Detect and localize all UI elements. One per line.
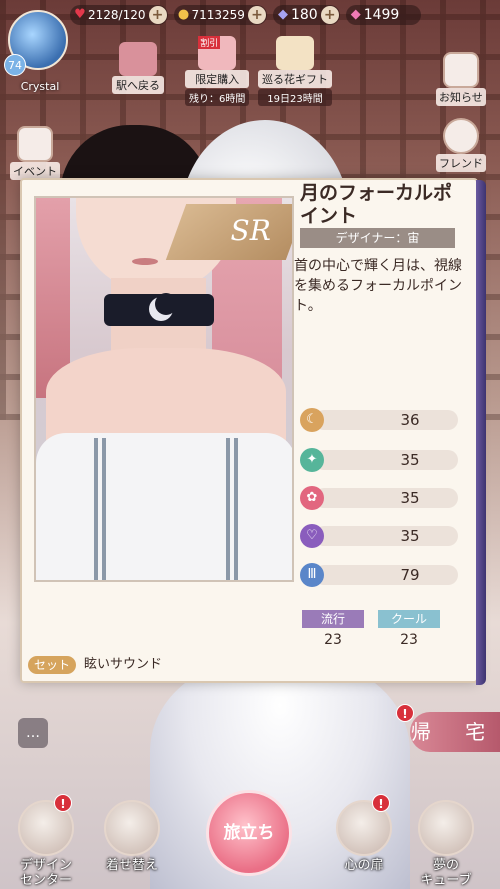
friend-button[interactable]: フレンド xyxy=(436,118,486,172)
item-portrait: SR xyxy=(34,196,294,582)
rarity-badge: SR xyxy=(165,204,292,260)
dress-up-label: 着せ替え xyxy=(105,858,158,873)
dream-cube-label: 夢の キューブ xyxy=(420,858,472,888)
design-center-button[interactable]: デザイン センター xyxy=(18,800,74,888)
set-badge: セット xyxy=(28,656,77,674)
rarity-label: SR xyxy=(230,214,271,247)
design-center-alert-badge: ! xyxy=(54,794,72,812)
fresh-icon: ✦ xyxy=(300,448,324,472)
add-stamina-button[interactable]: + xyxy=(148,6,167,24)
set-name: 眩いサウンド xyxy=(84,657,163,672)
heart-icon: ♥ xyxy=(74,7,86,22)
player-name: Crystal xyxy=(20,80,60,93)
limited-purchase-button[interactable]: 割引 限定購入 残り：6時間 xyxy=(185,36,250,106)
add-gold-button[interactable]: + xyxy=(247,6,266,24)
event-icon xyxy=(17,126,53,162)
item-detail-card: SR 月のフォーカルポイント デザイナー：宙 首の中心で輝く月は、視線を集めるフ… xyxy=(20,178,486,685)
stamina-value: 2128/120 xyxy=(88,8,146,22)
diamond-value: 180 xyxy=(290,7,318,23)
depart-button[interactable]: 旅立ち xyxy=(206,790,292,876)
mail-icon xyxy=(442,52,479,88)
elegance-icon: ☾ xyxy=(300,408,324,432)
limited-purchase-label: 限定購入 xyxy=(185,70,250,88)
stat-value: 79 xyxy=(400,566,420,584)
chat-icon[interactable]: … xyxy=(18,718,48,748)
resource-bar: ♥ 2128/120 + ● 7113259 + ◆ 180 + ◆ 1499 xyxy=(70,4,500,26)
add-diamond-button[interactable]: + xyxy=(320,6,339,24)
item-title: 月のフォーカルポイント xyxy=(300,182,453,227)
stat-elegance: ☾ 36 xyxy=(300,408,458,432)
gold-counter[interactable]: ● 7113259 + xyxy=(173,5,267,25)
stat-value: 36 xyxy=(400,411,420,429)
notice-button[interactable]: お知らせ xyxy=(436,52,486,106)
stat-cool: Ⅲ 79 xyxy=(300,563,458,587)
go-home-button[interactable]: 帰 宅 xyxy=(410,712,500,752)
game-screen: 74 Crystal ♥ 2128/120 + ● 7113259 + ◆ 18… xyxy=(0,0,500,889)
stat-value: 35 xyxy=(400,489,420,507)
stat-fresh: ✦ 35 xyxy=(300,448,458,472)
flower-gift-label: 巡る花ギフト xyxy=(258,70,332,88)
gift-box-icon: 割引 xyxy=(198,36,237,70)
limited-purchase-timer: 残り：6時間 xyxy=(185,89,250,106)
sweet-icon: ✿ xyxy=(300,486,324,510)
friend-icon xyxy=(443,118,479,154)
station-back-label: 駅へ戻る xyxy=(112,76,164,94)
gold-value: 7113259 xyxy=(191,8,245,22)
portrait-mouth xyxy=(132,258,158,265)
flower-gift-button[interactable]: 巡る花ギフト 19日23時間 xyxy=(258,36,332,106)
flower-gift-timer: 19日23時間 xyxy=(258,89,332,106)
heart-door-label: 心の扉 xyxy=(344,858,384,873)
blue-diamond-icon: ◆ xyxy=(277,7,288,22)
cool-icon: Ⅲ xyxy=(300,563,324,587)
designer-label: デザイナー：宙 xyxy=(300,228,455,248)
flower-letter-icon xyxy=(276,36,314,70)
tag-trend-value: 23 xyxy=(324,632,342,648)
event-button[interactable]: イベント xyxy=(10,126,60,180)
tag-trend: 流行 xyxy=(302,610,364,628)
station-icon xyxy=(119,42,157,76)
stat-value: 35 xyxy=(400,451,420,469)
dress-up-button[interactable]: 着せ替え xyxy=(104,800,160,873)
stat-sweet: ✿ 35 xyxy=(300,486,458,510)
design-center-label: デザイン センター xyxy=(19,858,72,888)
pink-diamond-value: 1499 xyxy=(363,7,400,23)
heart-door-alert-badge: ! xyxy=(372,794,390,812)
stat-value: 35 xyxy=(400,527,420,545)
go-home-alert-badge: ! xyxy=(396,704,414,722)
friend-label: フレンド xyxy=(436,154,486,172)
station-back-button[interactable]: 駅へ戻る xyxy=(112,42,164,94)
wardrobe-icon xyxy=(104,800,160,856)
dream-cube-button[interactable]: 夢の キューブ xyxy=(418,800,474,888)
discount-tag: 割引 xyxy=(198,36,221,49)
portrait-camisole xyxy=(36,433,292,580)
tag-cool-value: 23 xyxy=(400,632,418,648)
pink-diamond-counter[interactable]: ◆ 1499 xyxy=(345,5,422,25)
item-description: 首の中心で輝く月は、視線を集めるフォーカルポイント。 xyxy=(294,258,462,314)
sexy-icon: ♡ xyxy=(300,524,324,548)
stat-sexy: ♡ 35 xyxy=(300,524,458,548)
pink-diamond-icon: ◆ xyxy=(350,7,361,22)
dream-cube-icon xyxy=(418,800,474,856)
notice-label: お知らせ xyxy=(436,88,486,106)
moon-charm-icon xyxy=(149,293,177,321)
player-level: 74 xyxy=(4,54,26,76)
diamond-counter[interactable]: ◆ 180 + xyxy=(272,5,340,25)
tag-cool: クール xyxy=(378,610,440,628)
stamina-counter[interactable]: ♥ 2128/120 + xyxy=(70,5,168,25)
cat-coin-icon: ● xyxy=(177,7,190,22)
